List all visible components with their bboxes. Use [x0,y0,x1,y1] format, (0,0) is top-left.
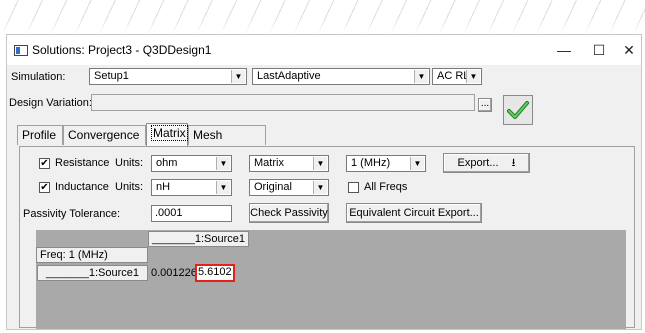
grid-corner [36,230,148,246]
column-header-source1[interactable]: _______1:Source1 [148,231,249,247]
passivity-tolerance-label: Passivity Tolerance: [23,208,121,220]
resistance-mode-value: Matrix [254,157,284,169]
chevron-down-icon: ▼ [414,70,428,83]
inductance-checkbox[interactable]: ✔ [39,182,50,193]
passivity-tolerance-input[interactable]: .0001 [151,205,232,222]
resistance-label: Resistance [55,157,110,169]
tab-mesh-statistics[interactable]: Mesh Statistics [188,125,266,161]
chevron-down-icon: ▼ [216,157,230,170]
chevron-down-icon: ▼ [466,70,480,83]
tab-matrix[interactable]: Matrix [146,123,188,146]
export-button[interactable]: Export... ⭳ [443,153,530,173]
checkmark-icon [507,101,529,119]
resistance-checkbox[interactable]: ✔ [39,158,50,169]
tab-convergence[interactable]: Convergence [63,125,146,145]
background-fade [0,18,645,34]
setup-value: Setup1 [94,70,129,82]
solution-type-select[interactable]: AC RL ▼ [432,68,482,85]
inductance-units-value: nH [156,181,171,193]
highlighted-inductance-cell[interactable]: 5.6102 [195,264,235,282]
tab-profile-label: Profile [22,128,57,142]
browse-variation-button[interactable]: ... [478,98,492,112]
all-freqs-checkbox[interactable] [348,182,359,193]
chevron-down-icon: ▼ [410,157,424,170]
chevron-down-icon: ▼ [216,181,230,194]
chevron-down-icon: ▼ [313,157,327,170]
title-bar: Solutions: Project3 - Q3DDesign1 — ☐ ✕ [7,35,641,65]
export-label: Export... [457,157,499,169]
resistance-units-label: Units: [115,157,144,169]
check-passivity-button[interactable]: Check Passivity [249,203,329,223]
resistance-units-value: ohm [156,157,178,169]
row-header-source1[interactable]: _______1:Source1 [37,265,148,281]
inductance-mode-value: Original [254,181,292,193]
download-icon: ⭳ [511,157,516,169]
inductance-label: Inductance [55,181,109,193]
setup-select[interactable]: Setup1 ▼ [89,68,247,85]
frequency-header: Freq: 1 (MHz) [36,247,148,263]
minimize-button[interactable]: — [555,41,573,59]
chevron-down-icon: ▼ [231,70,245,83]
design-variation-label: Design Variation: [9,97,92,109]
tab-profile[interactable]: Profile [17,125,63,145]
frequency-select[interactable]: 1 (MHz) ▼ [346,155,426,172]
resistance-mode-select[interactable]: Matrix ▼ [249,155,329,172]
design-variation-field [91,94,475,111]
close-button[interactable]: ✕ [620,41,638,59]
pass-select[interactable]: LastAdaptive ▼ [252,68,430,85]
resistance-units-select[interactable]: ohm ▼ [151,155,232,172]
simulation-label: Simulation: [11,71,66,83]
inductance-units-label: Units: [115,181,144,193]
all-freqs-label: All Freqs [364,181,408,193]
inductance-mode-select[interactable]: Original ▼ [249,179,329,196]
matrix-grid: _______1:Source1 Freq: 1 (MHz) _______1:… [36,230,626,329]
solution-type-value: AC RL [437,70,470,82]
equivalent-circuit-export-button[interactable]: Equivalent Circuit Export... [346,203,482,223]
frequency-value: 1 (MHz) [351,157,391,169]
window-icon [14,45,28,56]
apply-check-button[interactable] [503,95,533,125]
tab-convergence-label: Convergence [68,128,140,142]
window-title: Solutions: Project3 - Q3DDesign1 [32,43,212,57]
maximize-button[interactable]: ☐ [590,41,608,59]
tab-matrix-label: Matrix [151,125,188,141]
chevron-down-icon: ▼ [313,181,327,194]
pass-value: LastAdaptive [257,70,321,82]
inductance-units-select[interactable]: nH ▼ [151,179,232,196]
